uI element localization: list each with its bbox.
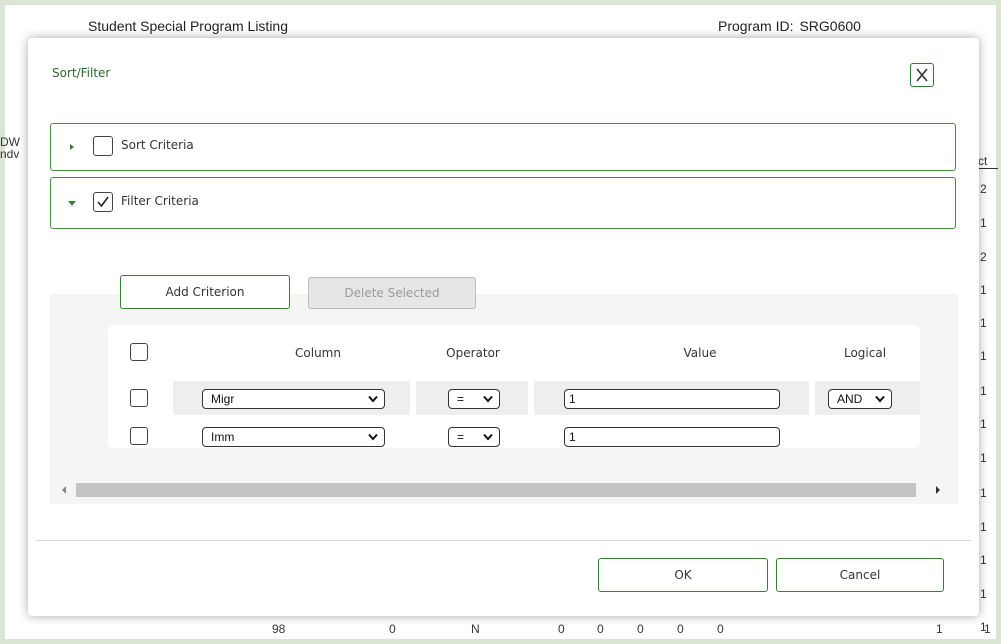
- close-button[interactable]: [910, 63, 934, 87]
- column-select[interactable]: Migr: [202, 389, 385, 409]
- add-criterion-button[interactable]: Add Criterion: [120, 275, 290, 309]
- column-header-logical: Logical: [843, 346, 887, 360]
- report-cell: 0: [717, 622, 724, 636]
- chevron-down-icon: [483, 395, 493, 403]
- column-select-value: Imm: [211, 430, 235, 444]
- report-cell: 1: [980, 520, 987, 534]
- operator-select-value: =: [457, 430, 465, 444]
- report-cell: 1: [936, 622, 943, 636]
- operator-select-value: =: [457, 392, 465, 406]
- report-cell: 1: [980, 451, 987, 465]
- program-id: Program ID: SRG0600: [718, 18, 861, 34]
- chevron-down-icon: [875, 395, 885, 403]
- report-cell: 1: [984, 622, 991, 636]
- report-cell: N: [471, 622, 480, 636]
- cancel-button[interactable]: Cancel: [776, 558, 944, 592]
- report-cell: 2: [980, 182, 987, 196]
- sort-criteria-checkbox[interactable]: [93, 136, 113, 156]
- value-input[interactable]: 1: [564, 389, 780, 409]
- sort-filter-dialog: Sort/Filter Sort Criteria Filter Criteri…: [28, 38, 979, 616]
- column-header-operator: Operator: [446, 346, 500, 360]
- scrollbar-thumb[interactable]: [76, 483, 916, 497]
- ok-button[interactable]: OK: [598, 558, 768, 592]
- logical-select[interactable]: AND: [828, 389, 892, 409]
- filter-criteria-label: Filter Criteria: [121, 194, 199, 208]
- report-cell: 0: [637, 622, 644, 636]
- dialog-title: Sort/Filter: [52, 66, 111, 80]
- column-select[interactable]: Imm: [202, 427, 385, 447]
- report-cell: 1: [980, 587, 987, 601]
- operator-select[interactable]: =: [448, 427, 500, 447]
- column-select-value: Migr: [211, 392, 235, 406]
- report-cell: 1: [980, 216, 987, 230]
- sort-criteria-section[interactable]: Sort Criteria: [50, 123, 956, 171]
- caret-right-icon[interactable]: [67, 141, 77, 153]
- cell-separator: [410, 381, 416, 415]
- report-cell: 0: [597, 622, 604, 636]
- logical-select-value: AND: [837, 392, 863, 406]
- chevron-down-icon: [368, 395, 378, 403]
- footer-divider: [36, 540, 971, 541]
- filter-criteria-section[interactable]: Filter Criteria: [50, 177, 956, 229]
- operator-select[interactable]: =: [448, 389, 500, 409]
- sort-criteria-label: Sort Criteria: [121, 138, 194, 152]
- scroll-right-icon[interactable]: [934, 484, 942, 496]
- report-cell: 1: [980, 349, 987, 363]
- criteria-grid: Column Operator Value Logical Migr = 1 A…: [108, 325, 920, 448]
- delete-selected-button[interactable]: Delete Selected: [308, 277, 476, 309]
- row-checkbox[interactable]: [130, 389, 148, 407]
- report-cell: 2: [980, 250, 987, 264]
- program-id-label: Program ID:: [718, 18, 794, 34]
- report-cell: 1: [980, 417, 987, 431]
- row-checkbox[interactable]: [130, 427, 148, 445]
- report-column-header: ct: [978, 154, 998, 169]
- report-cell: 98: [272, 622, 286, 636]
- checkmark-icon: [97, 196, 109, 208]
- report-cell: 1: [980, 553, 987, 567]
- close-icon: [916, 68, 928, 82]
- report-cell: 1: [980, 283, 987, 297]
- scroll-left-icon[interactable]: [60, 484, 68, 496]
- cell-separator: [528, 381, 534, 415]
- report-cell: 0: [558, 622, 565, 636]
- filter-criteria-checkbox[interactable]: [93, 192, 113, 212]
- horizontal-scrollbar[interactable]: [56, 480, 946, 500]
- select-all-checkbox[interactable]: [130, 343, 148, 361]
- report-title: Student Special Program Listing: [88, 18, 288, 34]
- report-cell: 0: [677, 622, 684, 636]
- program-id-value: SRG0600: [799, 18, 861, 34]
- cell-separator: [809, 381, 815, 415]
- report-cell: 1: [980, 384, 987, 398]
- column-header-column: Column: [295, 346, 341, 360]
- caret-down-icon[interactable]: [67, 197, 77, 209]
- report-cell: 1: [980, 486, 987, 500]
- report-cell: 1: [980, 316, 987, 330]
- column-header-value: Value: [683, 346, 717, 360]
- chevron-down-icon: [483, 433, 493, 441]
- value-input[interactable]: 1: [564, 427, 780, 447]
- report-cell: 0: [389, 622, 396, 636]
- chevron-down-icon: [368, 433, 378, 441]
- report-column-fragment: ndv: [0, 147, 20, 161]
